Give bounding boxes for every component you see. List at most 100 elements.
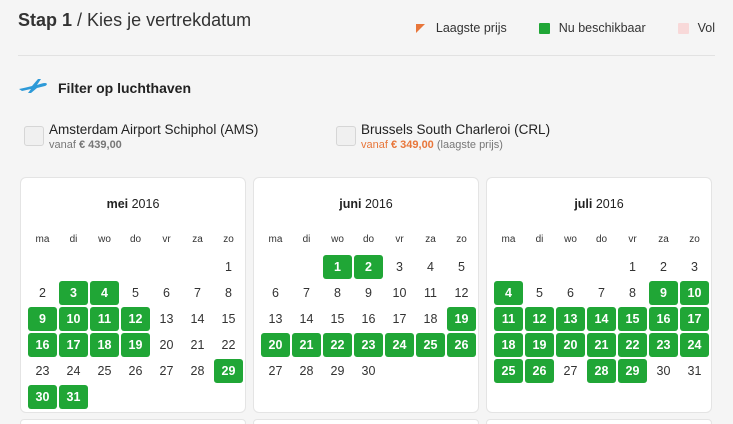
weekday-label: vr (628, 234, 637, 245)
airport-option-ams[interactable]: Amsterdam Airport Schiphol (AMS) vanaf €… (24, 122, 258, 151)
day-unavailable: 4 (427, 260, 434, 274)
day-available[interactable]: 2 (354, 255, 383, 279)
day-available[interactable]: 29 (214, 359, 243, 383)
airport-price: vanaf € 349,00 (laagste prijs) (361, 139, 550, 151)
legend-full: Vol (677, 21, 715, 35)
day-unavailable: 12 (454, 286, 469, 300)
day-available[interactable]: 21 (292, 333, 321, 357)
day-available[interactable]: 4 (494, 281, 523, 305)
day-unavailable: 30 (361, 364, 376, 378)
available-swatch-icon (538, 22, 550, 34)
day-unavailable: 25 (97, 364, 112, 378)
day-unavailable: 21 (190, 338, 205, 352)
weekday-label: zo (456, 234, 467, 245)
day-available[interactable]: 23 (354, 333, 383, 357)
day-unavailable: 26 (128, 364, 143, 378)
weekday-label: wo (98, 234, 111, 245)
day-available[interactable]: 3 (59, 281, 88, 305)
day-unavailable: 14 (190, 312, 205, 326)
legend: Laagste prijs Nu beschikbaar Vol (415, 21, 715, 35)
day-available[interactable]: 9 (649, 281, 678, 305)
day-unavailable: 11 (424, 286, 437, 300)
weekday-label: za (658, 234, 669, 245)
day-unavailable: 27 (159, 364, 174, 378)
day-unavailable: 8 (225, 286, 232, 300)
legend-lowest: Laagste prijs (415, 21, 507, 35)
step-label: Stap 1 (18, 10, 73, 30)
day-available[interactable]: 21 (587, 333, 616, 357)
day-unavailable: 1 (225, 260, 232, 274)
day-available[interactable]: 19 (525, 333, 554, 357)
day-available[interactable]: 20 (556, 333, 585, 357)
day-available[interactable]: 11 (90, 307, 119, 331)
legend-available-label: Nu beschikbaar (558, 21, 646, 35)
day-available[interactable]: 29 (618, 359, 647, 383)
weekday-label: ma (35, 234, 50, 245)
airport-name: Amsterdam Airport Schiphol (AMS) (49, 122, 259, 137)
day-unavailable: 18 (423, 312, 438, 326)
day-unavailable: 17 (392, 312, 407, 326)
day-available[interactable]: 22 (618, 333, 647, 357)
day-available[interactable]: 24 (385, 333, 414, 357)
airport-option-crl[interactable]: Brussels South Charleroi (CRL) vanaf € 3… (336, 122, 550, 151)
airport-checkbox-ams[interactable] (24, 126, 44, 146)
day-available[interactable]: 15 (618, 307, 647, 331)
day-available[interactable]: 22 (323, 333, 352, 357)
day-available[interactable]: 14 (587, 307, 616, 331)
day-unavailable: 31 (687, 364, 702, 378)
day-available[interactable]: 31 (59, 385, 88, 409)
day-available[interactable]: 20 (261, 333, 290, 357)
day-available[interactable]: 19 (447, 307, 476, 331)
day-available[interactable]: 26 (525, 359, 554, 383)
day-unavailable: 2 (660, 260, 667, 274)
day-unavailable: 6 (272, 286, 279, 300)
day-available[interactable]: 1 (323, 255, 352, 279)
day-available[interactable]: 25 (416, 333, 445, 357)
day-available[interactable]: 16 (649, 307, 678, 331)
day-available[interactable]: 11 (494, 307, 523, 331)
day-grid: 1 2 3 4 5 6 7 8 9 10 11 12 13 14 15 16 17 18 19 20 21 22 23 24 2… (260, 254, 477, 384)
day-unavailable: 28 (190, 364, 205, 378)
day-available[interactable]: 23 (649, 333, 678, 357)
day-available[interactable]: 25 (494, 359, 523, 383)
airport-checkbox-crl[interactable] (336, 126, 356, 146)
day-available[interactable]: 12 (525, 307, 554, 331)
day-available[interactable]: 10 (680, 281, 709, 305)
weekday-label: zo (223, 234, 234, 245)
day-unavailable: 30 (656, 364, 671, 378)
day-available[interactable]: 9 (28, 307, 57, 331)
weekday-label: wo (564, 234, 577, 245)
day-available[interactable]: 12 (121, 307, 150, 331)
plane-icon (18, 78, 48, 97)
weekday-label: di (302, 234, 311, 245)
day-available[interactable]: 18 (90, 333, 119, 357)
weekday-label: ma (268, 234, 283, 245)
day-unavailable: 5 (536, 286, 543, 300)
weekday-label: za (192, 234, 203, 245)
day-available[interactable]: 16 (28, 333, 57, 357)
weekday-row: ma di wo do vr za zo (27, 234, 244, 245)
day-available[interactable]: 30 (28, 385, 57, 409)
legend-available: Nu beschikbaar (538, 21, 646, 35)
day-unavailable: 2 (39, 286, 46, 300)
day-available[interactable]: 17 (59, 333, 88, 357)
day-unavailable: 16 (361, 312, 376, 326)
day-unavailable: 22 (221, 338, 236, 352)
day-available[interactable]: 17 (680, 307, 709, 331)
day-available[interactable]: 26 (447, 333, 476, 357)
day-unavailable: 13 (159, 312, 174, 326)
day-available[interactable]: 4 (90, 281, 119, 305)
day-available[interactable]: 19 (121, 333, 150, 357)
day-available[interactable]: 13 (556, 307, 585, 331)
weekday-row: ma di wo do vr za zo (493, 234, 710, 245)
day-available[interactable]: 10 (59, 307, 88, 331)
day-available[interactable]: 28 (587, 359, 616, 383)
calendar-header: juni 2016 (254, 197, 478, 211)
day-available[interactable]: 24 (680, 333, 709, 357)
day-available[interactable]: 18 (494, 333, 523, 357)
calendar-month-partial (20, 419, 246, 424)
month-year: 2016 (364, 197, 393, 211)
day-unavailable: 8 (629, 286, 636, 300)
day-unavailable: 28 (299, 364, 314, 378)
day-unavailable: 7 (194, 286, 201, 300)
